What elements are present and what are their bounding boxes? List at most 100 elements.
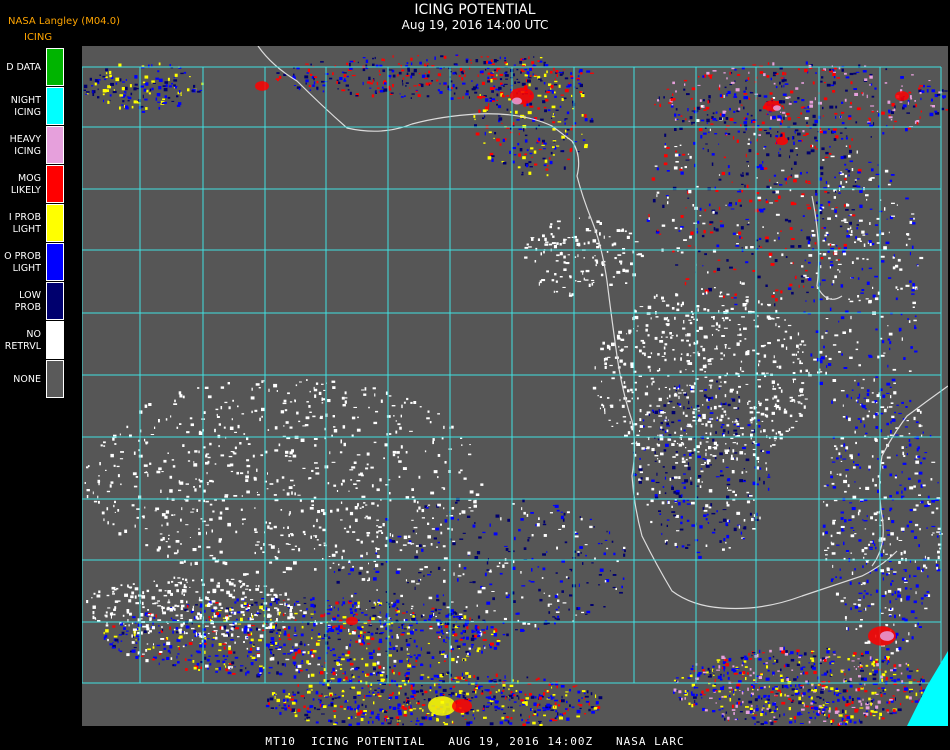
icing-pixel: [725, 413, 727, 416]
icing-pixel: [747, 424, 751, 427]
icing-pixel: [178, 90, 181, 94]
icing-pixel: [732, 421, 734, 423]
icing-pixel: [176, 655, 178, 659]
icing-pixel: [763, 129, 767, 131]
legend-item-hi-prob-light: I PROB LIGHT: [0, 204, 66, 243]
icing-pixel: [787, 117, 791, 121]
icing-pixel: [624, 549, 626, 553]
icing-pixel: [383, 689, 385, 692]
icing-pixel: [337, 678, 341, 683]
icing-pixel: [471, 634, 475, 638]
icing-pixel: [908, 670, 913, 672]
icing-pixel: [681, 494, 683, 498]
icing-pixel: [784, 177, 787, 181]
icing-pixel: [678, 502, 681, 506]
icing-pixel: [409, 663, 411, 665]
icing-pixel: [598, 574, 602, 576]
icing-pixel: [328, 637, 331, 639]
icing-pixel: [418, 544, 422, 547]
icing-pixel: [726, 495, 730, 499]
icing-pixel: [458, 690, 463, 692]
icing-pixel: [133, 647, 137, 649]
icing-pixel: [322, 90, 325, 93]
icing-pixel: [651, 409, 654, 412]
icing-pixel: [270, 637, 275, 641]
icing-pixel: [594, 557, 596, 560]
icing-pixel: [686, 93, 690, 96]
icing-pixel: [346, 700, 349, 702]
icing-pixel: [685, 159, 690, 161]
icing-pixel: [597, 395, 599, 397]
icing-pixel: [681, 389, 684, 391]
icing-pixel: [486, 625, 488, 629]
icing-pixel: [657, 438, 660, 441]
icing-pixel: [327, 686, 331, 690]
icing-pixel: [383, 58, 385, 62]
icing-pixel: [536, 704, 538, 708]
icing-pixel: [528, 83, 531, 87]
icing-pixel: [733, 268, 737, 271]
icing-pixel: [336, 661, 339, 666]
icing-pixel: [675, 293, 678, 297]
icing-pixel: [769, 202, 773, 204]
icing-pixel: [756, 721, 760, 723]
icing-pixel: [870, 83, 873, 86]
icing-pixel: [292, 693, 296, 696]
icing-pixel: [690, 425, 693, 428]
icing-pixel: [142, 94, 144, 99]
icing-pixel: [225, 665, 227, 668]
icing-pixel: [829, 261, 833, 263]
icing-pixel: [733, 670, 735, 673]
icing-pixel: [746, 184, 749, 189]
icing-pixel: [694, 700, 696, 703]
icing-pixel: [860, 702, 863, 706]
icing-pixel: [819, 706, 824, 709]
icing-pixel: [822, 106, 824, 110]
icing-pixel: [420, 674, 425, 676]
icing-pixel: [376, 672, 378, 676]
icing-pixel: [410, 608, 413, 610]
icing-pixel: [715, 190, 719, 192]
icing-pixel: [554, 622, 556, 625]
icing-pixel: [811, 688, 813, 692]
icing-pixel: [672, 465, 676, 470]
icing-pixel: [365, 695, 370, 697]
icing-pixel: [773, 174, 777, 177]
icing-pixel: [851, 706, 856, 708]
icing-pixel: [427, 574, 431, 576]
icing-pixel: [726, 259, 729, 262]
icing-pixel: [843, 204, 846, 208]
icing-pixel: [624, 346, 628, 348]
icing-pixel: [733, 110, 736, 113]
icing-pixel: [102, 93, 105, 96]
icing-pixel: [884, 688, 887, 691]
icing-pixel: [830, 660, 835, 663]
icing-pixel: [356, 709, 358, 713]
icing-pixel: [135, 87, 139, 90]
icing-pixel: [490, 702, 492, 706]
icing-pixel: [418, 572, 422, 574]
icing-pixel: [316, 86, 319, 90]
icing-pixel: [750, 92, 754, 94]
icing-pixel: [431, 607, 435, 610]
icing-pixel: [218, 610, 222, 612]
icing-pixel: [551, 117, 553, 119]
icing-pixel: [559, 73, 563, 76]
icing-pixel: [814, 702, 817, 704]
icing-pixel: [427, 676, 430, 679]
icing-pixel: [532, 714, 535, 716]
icing-pixel: [193, 89, 197, 91]
icing-pixel: [779, 81, 781, 85]
icing-pixel: [679, 127, 683, 130]
icing-pixel: [309, 705, 312, 709]
icing-pixel: [723, 121, 727, 124]
icing-pixel: [302, 653, 305, 656]
icing-pixel: [459, 638, 463, 641]
icing-pixel: [828, 709, 831, 713]
icing-pixel: [556, 546, 558, 550]
icing-pixel: [403, 628, 408, 630]
icing-pixel: [820, 690, 824, 694]
icing-pixel: [909, 688, 913, 690]
icing-pixel: [499, 143, 502, 146]
icing-pixel: [411, 580, 415, 583]
